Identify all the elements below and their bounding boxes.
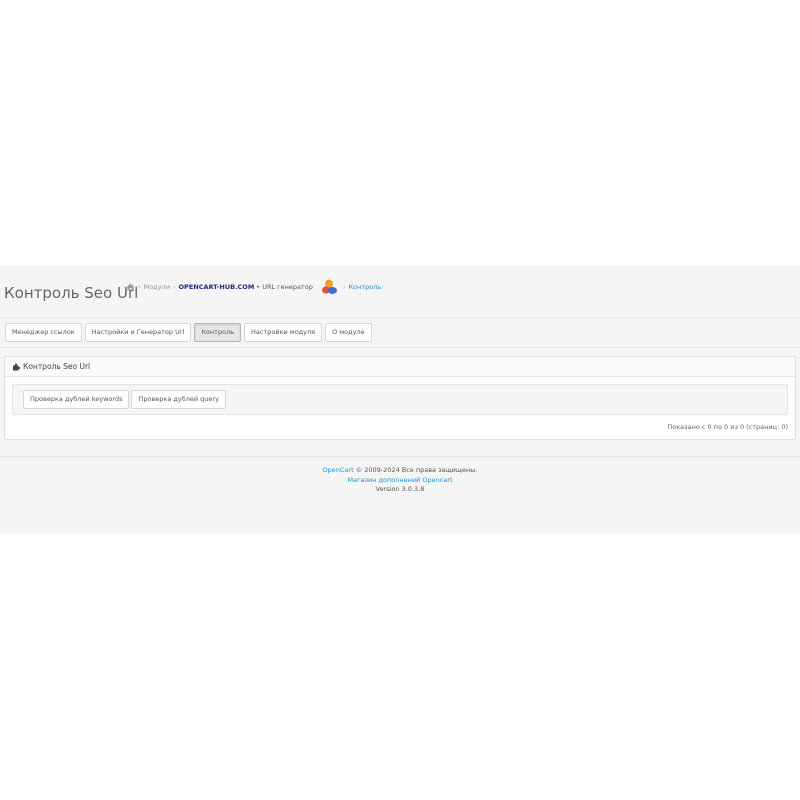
- check-buttons: Проверка дублей keywords Проверка дублей…: [23, 390, 226, 409]
- breadcrumb-module-link[interactable]: OPENCART-HUB.COM • URL генератор: [179, 283, 313, 291]
- page-title: Контроль Seo Url: [4, 284, 139, 303]
- module-name: • URL генератор: [256, 283, 313, 291]
- check-duplicate-query-button[interactable]: Проверка дублей query: [131, 390, 226, 409]
- breadcrumb-separator: ›: [342, 283, 346, 291]
- breadcrumb: › Модули › OPENCART-HUB.COM • URL генерат…: [126, 279, 381, 295]
- tab-settings-generator[interactable]: Настройки и Генератор Url: [84, 323, 192, 342]
- version-text: Version 3.0.3.8: [375, 485, 425, 493]
- panel-title: Контроль Seo Url: [23, 362, 91, 371]
- control-panel: Контроль Seo Url Проверка дублей keyword…: [4, 356, 796, 440]
- opencart-hub-logo-icon: [321, 279, 338, 295]
- breadcrumb-separator: ›: [172, 283, 176, 291]
- footer-copyright-line: OpenCart © 2009-2024 Все права защищены.: [0, 466, 800, 476]
- puzzle-icon: [12, 363, 20, 371]
- copyright-text: © 2009-2024 Все права защищены.: [355, 466, 478, 474]
- breadcrumb-modules-link[interactable]: Модули: [144, 283, 170, 291]
- footer-divider: [0, 456, 800, 457]
- tab-list: Менеджер ссылок Настройки и Генератор Ur…: [5, 323, 372, 342]
- page-header: Контроль Seo Url › Модули › OPENCART-HUB…: [0, 266, 800, 318]
- extension-store-link[interactable]: Магазин дополнений Opencart: [348, 476, 453, 484]
- tab-link-manager[interactable]: Менеджер ссылок: [5, 323, 82, 342]
- tab-strip: Менеджер ссылок Настройки и Генератор Ur…: [0, 318, 800, 348]
- pagination-summary: Показано с 0 по 0 из 0 (страниц: 0): [667, 423, 788, 431]
- opencart-link[interactable]: OpenCart: [323, 466, 354, 474]
- breadcrumb-separator: ›: [138, 283, 141, 291]
- tab-control[interactable]: Контроль: [194, 323, 242, 342]
- brand-name: OPENCART-HUB.COM: [178, 283, 255, 291]
- home-icon[interactable]: [126, 283, 135, 291]
- panel-heading: Контроль Seo Url: [5, 357, 795, 377]
- tab-about-module[interactable]: О модуле: [325, 323, 372, 342]
- admin-app: Контроль Seo Url › Модули › OPENCART-HUB…: [0, 266, 800, 533]
- check-buttons-well: Проверка дублей keywords Проверка дублей…: [12, 384, 788, 415]
- breadcrumb-current-link[interactable]: Контроль: [348, 283, 381, 291]
- check-duplicate-keywords-button[interactable]: Проверка дублей keywords: [23, 390, 130, 409]
- tab-module-settings[interactable]: Настройки модуля: [244, 323, 323, 342]
- footer: OpenCart © 2009-2024 Все права защищены.…: [0, 466, 800, 495]
